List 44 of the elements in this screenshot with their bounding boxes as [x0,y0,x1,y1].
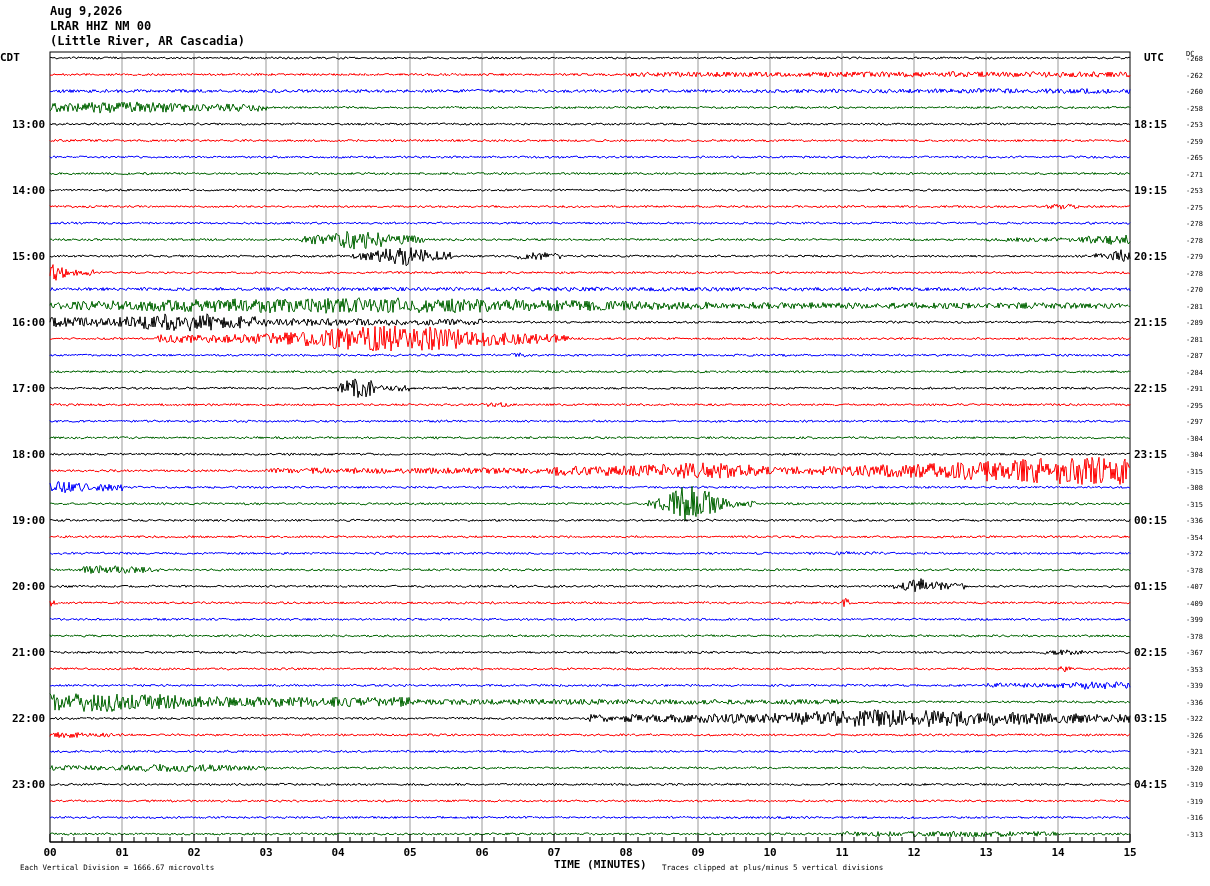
tick-label: 11 [835,846,849,859]
tick-label: 03 [259,846,273,859]
header-text: LRAR HHZ NM 00 [50,19,153,34]
tick-label: 15 [1123,846,1137,859]
tick-label: 09 [691,846,705,859]
tick-label: 10 [763,846,777,859]
time-label: 19:00 [12,514,46,528]
time-label: 21:00 [12,646,46,660]
time-label: 15:00 [12,250,46,264]
tick-label: 08 [619,846,633,859]
timezone-label: UTC [1144,51,1164,64]
time-label: 04:15 [1134,778,1168,792]
tick-label: 14 [1051,846,1065,859]
time-label: 13:00 [12,118,46,132]
tick-label: 04 [331,846,345,859]
time-label: 23:00 [12,778,46,792]
time-label: 18:15 [1134,118,1168,132]
header-text: Aug 9,2026 [50,4,124,19]
time-label: 21:15 [1134,316,1168,330]
tick-label: 13 [979,846,993,859]
timezone-label: CDT [0,51,20,64]
axis-title: TIME (MINUTES) [554,858,647,871]
time-label: 20:00 [12,580,46,594]
tick-label: 02 [187,846,201,859]
tick-label: 05 [403,846,417,859]
time-label: 18:00 [12,448,46,462]
time-label: 01:15 [1134,580,1168,594]
tick-label: 12 [907,846,921,859]
time-label: 17:00 [12,382,46,396]
time-label: 23:15 [1134,448,1168,462]
time-label: 22:15 [1134,382,1168,396]
tick-label: 01 [115,846,129,859]
header-text: (Little River, AR Cascadia) [50,34,247,49]
time-label: 19:15 [1134,184,1168,198]
time-label: 22:00 [12,712,46,726]
time-label: 00:15 [1134,514,1168,528]
tick-label: 06 [475,846,489,859]
time-label: 02:15 [1134,646,1168,660]
time-label: 14:00 [12,184,46,198]
time-label: 03:15 [1134,712,1168,726]
time-label: 16:00 [12,316,46,330]
time-label: 20:15 [1134,250,1168,264]
tick-label: 00 [43,846,57,859]
tick-label: 07 [547,846,561,859]
